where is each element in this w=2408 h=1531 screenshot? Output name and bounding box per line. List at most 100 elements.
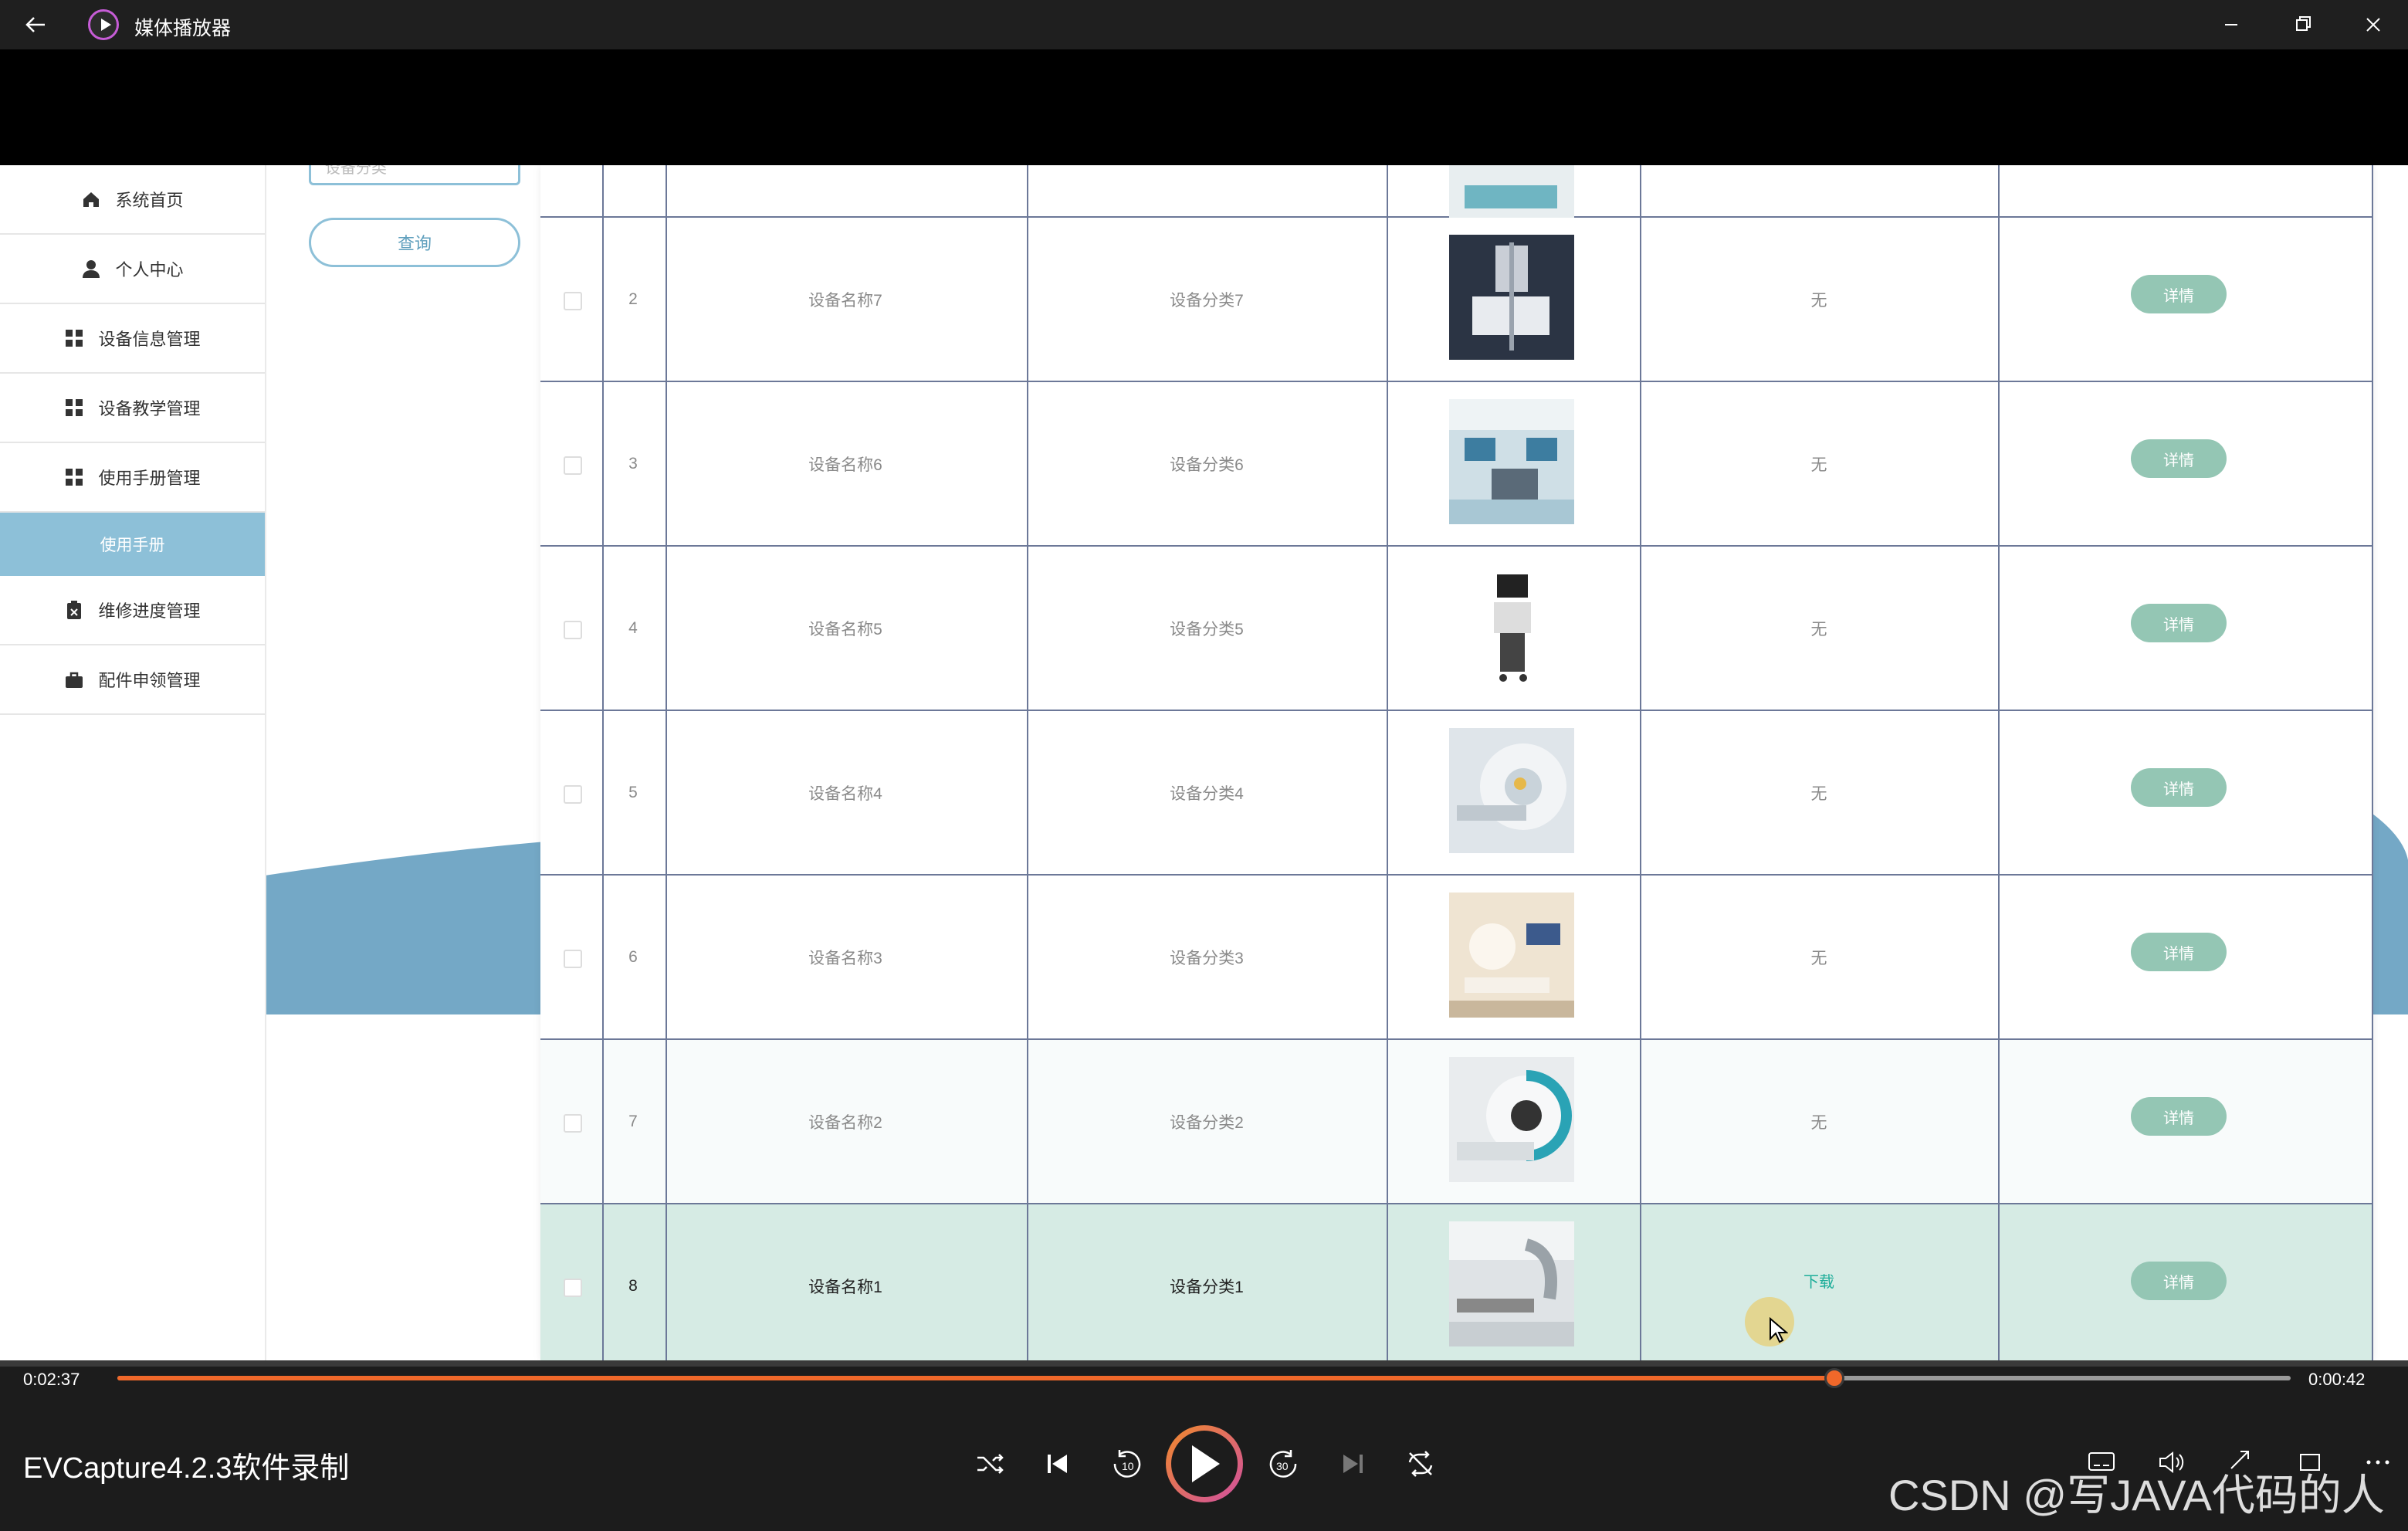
sidebar-item-label: 个人中心	[115, 260, 184, 279]
remaining-time: 0:00:42	[2308, 1370, 2366, 1389]
home-icon	[83, 192, 100, 207]
row-index: 4	[628, 618, 638, 637]
media-title: EVCapture4.2.3软件录制	[23, 1452, 350, 1485]
device-category: 设备分类5	[1170, 620, 1244, 638]
row-index: 6	[628, 947, 638, 966]
repeat-icon[interactable]	[1399, 1442, 1442, 1485]
player-separator	[0, 1360, 2408, 1367]
device-thumbnail	[1449, 564, 1574, 689]
seek-progress	[117, 1376, 1834, 1380]
detail-button[interactable]: 详情	[2131, 1097, 2227, 1136]
device-name: 设备名称1	[808, 1278, 882, 1296]
seek-bar[interactable]	[117, 1368, 2291, 1388]
column-divider	[1027, 165, 1028, 1360]
previous-track-icon[interactable]	[1036, 1442, 1079, 1485]
title-bar: 媒体播放器	[0, 0, 2408, 49]
row-checkbox[interactable]	[564, 621, 582, 639]
row-checkbox[interactable]	[564, 1279, 582, 1297]
device-name: 设备名称4	[808, 784, 882, 803]
device-name: 设备名称2	[808, 1113, 882, 1132]
video-frame: 系统首页 个人中心 设备信息管理 设备教学管理 使用手册管理 使用手册 维修进度…	[0, 165, 2408, 1360]
sidebar-item-home[interactable]: 系统首页	[0, 165, 265, 235]
device-category: 设备分类4	[1170, 784, 1244, 803]
device-thumbnail	[1449, 1057, 1574, 1182]
rewind-10-icon[interactable]: 10	[1104, 1442, 1147, 1485]
detail-button[interactable]: 详情	[2131, 1262, 2227, 1300]
category-search-input[interactable]: 设备分类	[309, 165, 520, 185]
device-thumbnail	[1449, 399, 1574, 524]
row-checkbox[interactable]	[564, 456, 582, 475]
column-divider	[1387, 165, 1388, 1360]
device-name: 设备名称7	[808, 291, 882, 310]
device-category: 设备分类1	[1170, 1278, 1244, 1296]
sidebar-subitem-manual[interactable]: 使用手册	[0, 513, 265, 576]
row-checkbox[interactable]	[564, 785, 582, 804]
table-row: 2 设备名称7 设备分类7 无 详情	[540, 218, 2373, 382]
device-name: 设备名称6	[808, 456, 882, 474]
sidebar-item-parts-request[interactable]: 配件申领管理	[0, 645, 265, 715]
table-row: 6 设备名称3 设备分类3 无 详情	[540, 876, 2373, 1040]
manual-file: 无	[1810, 949, 1827, 967]
sidebar-item-device-teaching[interactable]: 设备教学管理	[0, 374, 265, 443]
briefcase-icon	[66, 672, 83, 688]
row-checkbox[interactable]	[564, 292, 582, 310]
sidebar-item-manual-management[interactable]: 使用手册管理	[0, 443, 265, 513]
detail-button[interactable]: 详情	[2131, 604, 2227, 642]
column-divider	[602, 165, 604, 1360]
table-row: 5 设备名称4 设备分类4 无 详情	[540, 711, 2373, 876]
player-controls: 0:02:37 0:00:42 EVCapture4.2.3软件录制 10 30…	[0, 1360, 2408, 1531]
download-link[interactable]: 下载	[1640, 1204, 1998, 1356]
play-button[interactable]	[1166, 1425, 1243, 1502]
query-button[interactable]: 查询	[309, 218, 520, 267]
minimize-icon[interactable]	[2206, 8, 2256, 42]
manual-file: 无	[1810, 784, 1827, 803]
grid-icon	[66, 330, 83, 347]
clipboard-icon	[67, 601, 82, 619]
play-icon	[1192, 1445, 1220, 1482]
forward-30-icon[interactable]: 30	[1263, 1442, 1306, 1485]
table-row: 3 设备名称6 设备分类6 无 详情	[540, 382, 2373, 547]
media-player-app-icon	[88, 9, 119, 40]
manual-table: 2 设备名称7 设备分类7 无 详情 3 设备名称6 设备分类6 无 详情 4 …	[540, 165, 2373, 1360]
mouse-pointer-icon	[1770, 1317, 1788, 1343]
column-divider	[2372, 165, 2373, 1360]
device-category: 设备分类7	[1170, 291, 1244, 310]
svg-text:10: 10	[1122, 1460, 1134, 1472]
row-index: 5	[628, 783, 638, 801]
watermark-text: CSDN @写JAVA代码的人	[1888, 1471, 2385, 1519]
next-track-icon[interactable]	[1331, 1442, 1374, 1485]
sidebar-item-device-info[interactable]: 设备信息管理	[0, 304, 265, 374]
row-checkbox[interactable]	[564, 1114, 582, 1133]
grid-icon	[66, 469, 83, 486]
device-category: 设备分类3	[1170, 949, 1244, 967]
device-thumbnail	[1449, 165, 1574, 218]
manual-file: 无	[1810, 620, 1827, 638]
sidebar-item-label: 设备教学管理	[98, 399, 201, 418]
back-arrow-icon[interactable]	[22, 11, 52, 39]
sidebar-item-repair-progress[interactable]: 维修进度管理	[0, 576, 265, 645]
table-row: 7 设备名称2 设备分类2 无 详情	[540, 1040, 2373, 1204]
sidebar-item-label: 系统首页	[115, 191, 184, 210]
detail-button[interactable]: 详情	[2131, 439, 2227, 478]
seek-handle[interactable]	[1824, 1368, 1844, 1388]
sidebar-item-profile[interactable]: 个人中心	[0, 235, 265, 304]
detail-button[interactable]: 详情	[2131, 768, 2227, 807]
column-divider	[1640, 165, 1641, 1360]
user-icon	[83, 260, 100, 278]
elapsed-time: 0:02:37	[23, 1370, 80, 1389]
row-index: 8	[628, 1276, 638, 1295]
row-index: 7	[628, 1112, 638, 1130]
device-thumbnail	[1449, 728, 1574, 853]
detail-button[interactable]: 详情	[2131, 933, 2227, 971]
device-name: 设备名称3	[808, 949, 882, 967]
grid-icon	[66, 399, 83, 416]
restore-icon[interactable]	[2278, 8, 2327, 42]
manual-file: 无	[1810, 456, 1827, 474]
shuffle-icon[interactable]	[968, 1442, 1011, 1485]
device-thumbnail	[1449, 235, 1574, 360]
close-icon[interactable]	[2349, 8, 2398, 42]
detail-button[interactable]: 详情	[2131, 275, 2227, 313]
row-checkbox[interactable]	[564, 950, 582, 968]
sidebar-item-label: 设备信息管理	[98, 330, 201, 349]
device-thumbnail	[1449, 1221, 1574, 1346]
